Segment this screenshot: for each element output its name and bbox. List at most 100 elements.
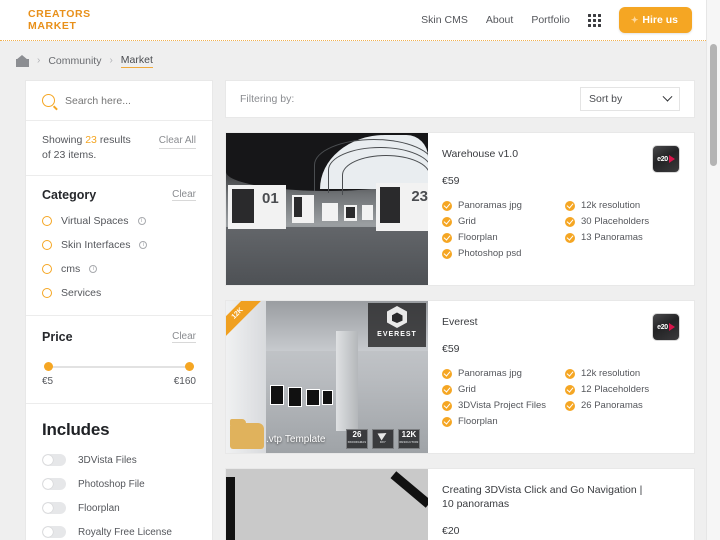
check-icon [565,200,575,211]
seller-avatar-e20[interactable]: e20 [652,313,680,341]
product-thumbnail-warehouse[interactable]: 01 23 [226,133,428,285]
category-option-cms[interactable]: cms i [42,263,196,275]
category-option-services[interactable]: Services [42,287,196,299]
info-icon[interactable]: i [139,241,148,249]
thumb-photo [232,189,254,223]
category-clear-button[interactable]: Clear [172,189,196,201]
results-text: Showing 23 results of 23 items. [42,133,131,163]
breadcrumb: › Community › Market [0,41,710,80]
check-icon [442,368,452,379]
badge-label: PANORAMAS [347,441,367,444]
slider-handle-max[interactable] [185,362,194,371]
home-icon[interactable] [16,54,29,67]
breadcrumb-item-community[interactable]: Community [48,55,101,67]
nav-item-portfolio[interactable]: Portfolio [531,14,570,26]
product-title[interactable]: Warehouse v1.0 [442,147,680,161]
check-icon [442,384,452,395]
product-thumbnail-placeholder[interactable] [226,469,428,540]
toggle-label: Photoshop File [78,478,145,490]
scrollbar-thumb[interactable] [710,44,717,166]
feature-item: 3DVista Project Files [442,400,557,411]
category-title: Category [42,188,97,202]
results-summary: Showing 23 results of 23 items. Clear Al… [26,121,212,176]
play-icon [668,323,675,331]
product-card[interactable]: 12K EVEREST .vtp Template 26 PANORAMAS 3… [225,300,695,454]
category-option-virtual-spaces[interactable]: Virtual Spaces i [42,215,196,227]
breadcrumb-separator-2: › [109,55,113,66]
toggle-photoshop-file[interactable]: Photoshop File [42,478,196,490]
includes-section: Includes 3DVista Files Photoshop File Fl… [26,404,212,540]
product-card[interactable]: 01 23 Warehouse v1.0 €59 e20 Panoramas j… [225,132,695,286]
feature-label: Photoshop psd [458,248,522,259]
product-features: Panoramas jpg 12k resolution Grid 12 Pla… [442,368,680,427]
check-icon [565,216,575,227]
template-ext: .vtp [266,434,283,445]
info-icon[interactable]: i [89,265,98,273]
info-icon[interactable]: i [137,217,146,225]
nav-item-skin-cms[interactable]: Skin CMS [421,14,468,26]
category-option-skin-interfaces[interactable]: Skin Interfaces i [42,239,196,251]
product-title[interactable]: Creating 3DVista Click and Go Navigation… [442,483,680,511]
slider-handle-min[interactable] [44,362,53,371]
thumb-frame [306,389,320,406]
thumb-frame [322,390,333,405]
product-card[interactable]: Creating 3DVista Click and Go Navigation… [225,468,695,540]
feature-label: 30 Placeholders [581,216,650,227]
category-section: Category Clear Virtual Spaces i Skin Int… [26,176,212,316]
check-icon [565,384,575,395]
hire-us-button[interactable]: ✦ Hire us [618,7,692,33]
toggle-switch[interactable] [42,454,66,466]
feature-label: Panoramas jpg [458,368,522,379]
toggle-switch[interactable] [42,526,66,538]
page-root: CREATORS MARKET Skin CMS About Portfolio… [0,0,720,540]
toggle-3dvista-files[interactable]: 3DVista Files [42,454,196,466]
price-range-slider[interactable] [44,362,194,372]
toggle-royalty-free-license[interactable]: Royalty Free License [42,526,196,538]
page-scrollbar[interactable] [710,42,717,538]
radio-icon [42,264,52,274]
logo-line-2: MARKET [28,20,77,32]
toggle-switch[interactable] [42,478,66,490]
results-count: 23 [85,134,97,146]
category-label: Services [61,287,102,299]
hire-us-label: Hire us [642,14,678,26]
breadcrumb-item-market[interactable]: Market [120,54,153,68]
thumb-number-01: 01 [262,190,279,207]
folder-icon [230,419,264,449]
feature-item: 12k resolution [565,200,680,211]
check-icon [442,200,452,211]
nav-item-about[interactable]: About [486,14,513,26]
toggle-label: Floorplan [78,502,120,514]
feature-label: 26 Panoramas [581,400,643,411]
site-logo[interactable]: CREATORS MARKET [28,8,91,32]
feature-label: 12k resolution [581,200,641,211]
sort-by-label: Sort by [589,93,623,105]
filters-sidebar: Showing 23 results of 23 items. Clear Al… [25,80,213,540]
category-label: Virtual Spaces [61,215,129,227]
thumb-panel [362,205,373,220]
check-icon [565,232,575,243]
feature-label: 12k resolution [581,368,641,379]
grid-apps-icon[interactable] [587,13,601,27]
sort-by-dropdown[interactable]: Sort by [580,87,680,111]
product-info: Creating 3DVista Click and Go Navigation… [428,469,694,540]
feature-label: Grid [458,384,476,395]
toggle-switch[interactable] [42,502,66,514]
thumb-column [336,331,358,431]
thumb-template-label: .vtp Template [266,434,325,445]
product-info: Warehouse v1.0 €59 e20 Panoramas jpg 12k… [428,133,694,285]
product-thumbnail-everest[interactable]: 12K EVEREST .vtp Template 26 PANORAMAS 3… [226,301,428,453]
seller-avatar-e20[interactable]: e20 [652,145,680,173]
product-price: €59 [442,343,460,355]
template-word: Template [284,434,326,445]
check-icon [442,416,452,427]
badge-value: 12K [401,430,417,439]
product-price: €59 [442,175,460,187]
feature-label: 13 Panoramas [581,232,643,243]
product-title[interactable]: Everest [442,315,680,329]
site-header: CREATORS MARKET Skin CMS About Portfolio… [0,0,710,41]
toggle-floorplan[interactable]: Floorplan [42,502,196,514]
price-clear-button[interactable]: Clear [172,331,196,343]
clear-all-button[interactable]: Clear All [158,133,196,149]
search-input[interactable] [65,94,195,107]
